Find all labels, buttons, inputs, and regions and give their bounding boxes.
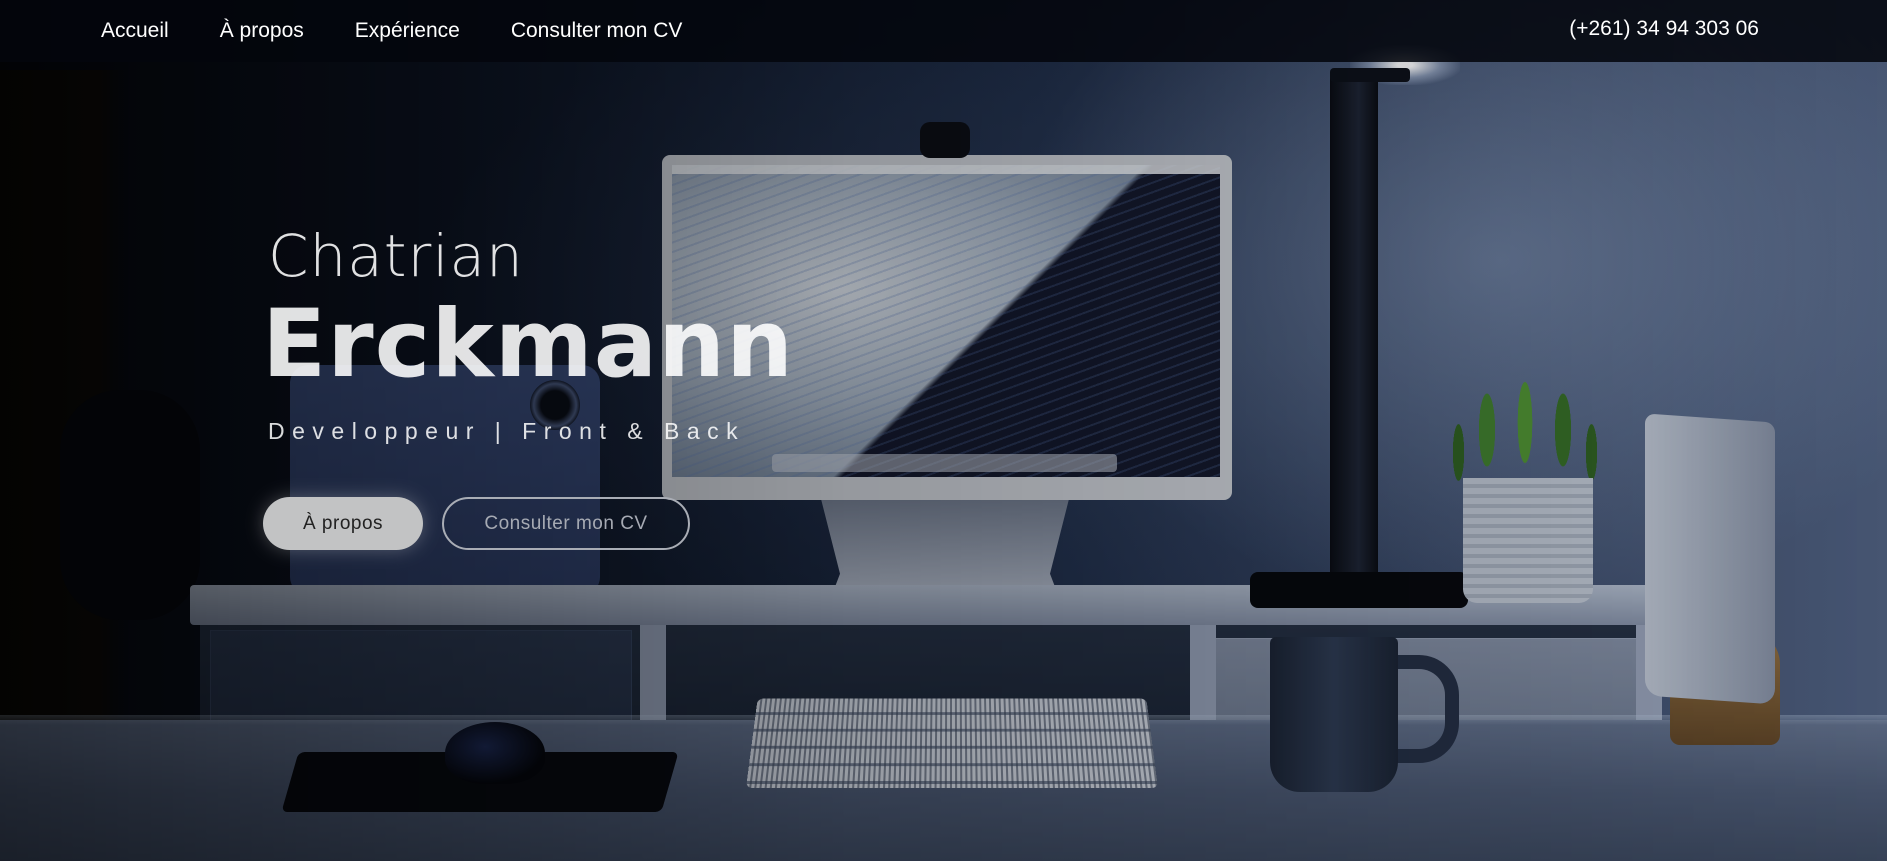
nav-links: Accueil À propos Expérience Consulter mo… (101, 19, 733, 43)
nav-link-a-propos[interactable]: À propos (220, 19, 304, 43)
nav-link-experience[interactable]: Expérience (355, 19, 460, 43)
a-propos-button[interactable]: À propos (263, 497, 423, 550)
nav-link-consulter-cv[interactable]: Consulter mon CV (511, 19, 683, 43)
nav-link-accueil[interactable]: Accueil (101, 19, 169, 43)
hero-last-name: Erckmann (262, 290, 795, 399)
navbar: Accueil À propos Expérience Consulter mo… (0, 0, 1887, 62)
phone-number[interactable]: (+261) 34 94 303 06 (1569, 17, 1759, 41)
page: Accueil À propos Expérience Consulter mo… (0, 0, 1887, 861)
hero-subtitle: Developpeur | Front & Back (268, 418, 746, 444)
consulter-cv-button[interactable]: Consulter mon CV (442, 497, 690, 550)
hero-first-name: Chatrian (268, 222, 524, 290)
